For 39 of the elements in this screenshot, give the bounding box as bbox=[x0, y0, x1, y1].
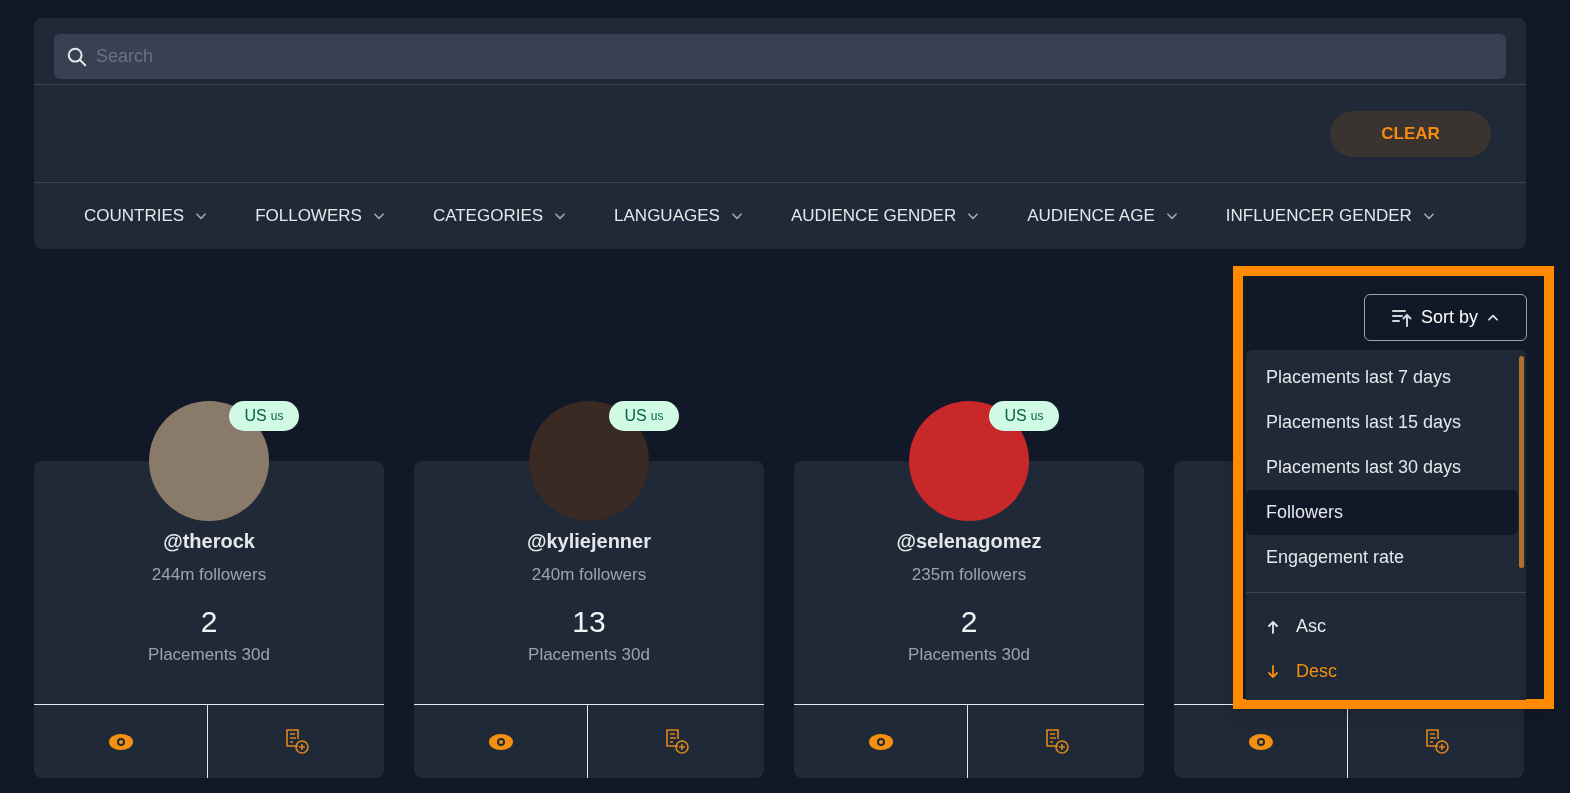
sort-button[interactable]: Sort by bbox=[1364, 294, 1527, 341]
filter-dropdown[interactable]: COUNTRIES bbox=[84, 203, 209, 229]
clear-button[interactable]: CLEAR bbox=[1330, 110, 1491, 157]
country-badge: US us bbox=[989, 401, 1059, 431]
placement-label: Placements 30d bbox=[908, 644, 1030, 666]
sort-option[interactable]: Followers bbox=[1246, 490, 1518, 535]
eye-icon bbox=[487, 732, 514, 751]
placement-label: Placements 30d bbox=[148, 644, 270, 666]
arrow-down-icon bbox=[1266, 664, 1280, 679]
handle: @kyliejenner bbox=[527, 529, 651, 554]
follower-count: 244m followers bbox=[151, 564, 267, 586]
sort-option[interactable]: Placements last 7 days bbox=[1246, 355, 1518, 400]
filter-dropdown[interactable]: AUDIENCE AGE bbox=[1027, 203, 1179, 229]
placement-count: 2 bbox=[960, 604, 978, 640]
filter-dropdown[interactable]: INFLUENCER GENDER bbox=[1225, 203, 1436, 229]
placement-count: 13 bbox=[572, 604, 606, 640]
eye-icon bbox=[867, 732, 894, 751]
sort-option[interactable]: Placements last 30 days bbox=[1246, 445, 1518, 490]
handle: @therock bbox=[163, 529, 255, 554]
eye-icon bbox=[107, 732, 134, 751]
filter-dropdown[interactable]: AUDIENCE GENDER bbox=[790, 203, 981, 229]
sort-option[interactable]: Engagement rate bbox=[1246, 535, 1518, 580]
sort-icon bbox=[1391, 307, 1413, 328]
country-badge: US us bbox=[609, 401, 679, 431]
arrow-up-icon bbox=[1266, 619, 1280, 634]
eye-icon bbox=[1247, 732, 1274, 751]
country-badge: US us bbox=[229, 401, 299, 431]
filter-dropdown[interactable]: CATEGORIES bbox=[432, 203, 568, 229]
filter-dropdown[interactable]: LANGUAGES bbox=[614, 203, 744, 229]
placement-label: Placements 30d bbox=[528, 644, 650, 666]
sort-option[interactable]: Placements last 15 days bbox=[1246, 400, 1518, 445]
follower-count: 240m followers bbox=[531, 564, 647, 586]
follower-count: 235m followers bbox=[911, 564, 1027, 586]
sort-order-option[interactable]: Asc bbox=[1246, 604, 1526, 649]
placement-count: 2 bbox=[200, 604, 218, 640]
handle: @selenagomez bbox=[896, 529, 1042, 554]
sort-order-option[interactable]: Desc bbox=[1246, 649, 1526, 694]
filter-dropdown[interactable]: FOLLOWERS bbox=[255, 203, 386, 229]
search-icon bbox=[66, 45, 88, 68]
